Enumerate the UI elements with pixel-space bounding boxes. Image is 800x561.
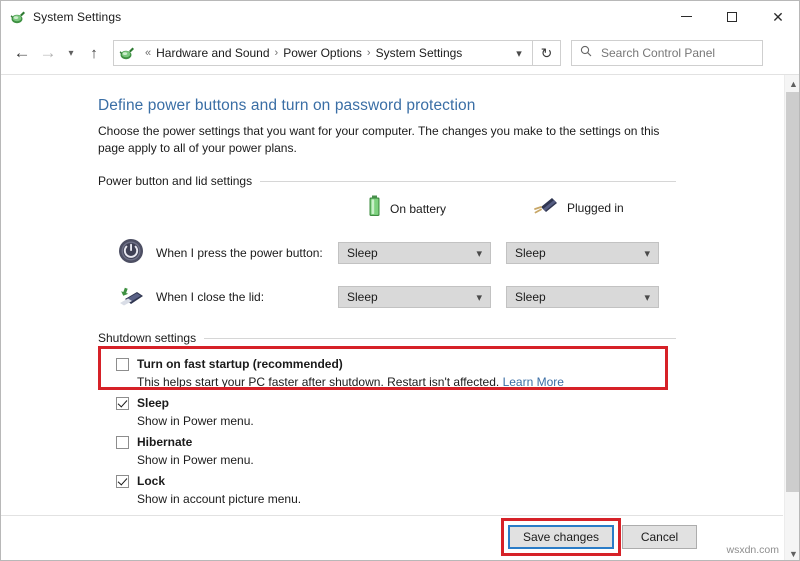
address-bar[interactable]: « Hardware and Sound › Power Options › S… [113, 40, 533, 66]
window-controls: ✕ [663, 1, 800, 32]
scroll-down-icon[interactable]: ▼ [785, 545, 800, 561]
dropdown-close-lid-on-battery[interactable]: Sleep ▾ [338, 286, 491, 308]
section-label: Power button and lid settings [98, 174, 260, 188]
setting-row-close-lid: When I close the lid: [118, 282, 264, 312]
search-box[interactable] [571, 40, 763, 66]
learn-more-link[interactable]: Learn More [503, 375, 564, 389]
maximize-icon [727, 12, 737, 22]
navigation-bar: ← → ▾ ↑ « Hardware and Sound › Power Opt… [1, 32, 800, 74]
window-title: System Settings [33, 10, 121, 24]
checkbox-description-lock: Show in account picture menu. [137, 492, 301, 506]
section-label: Shutdown settings [98, 331, 204, 345]
breadcrumb-item-system-settings[interactable]: System Settings [376, 46, 463, 60]
control-panel-icon [119, 45, 135, 61]
checkbox-row-fast-startup[interactable]: Turn on fast startup (recommended) [116, 357, 343, 371]
section-header-power-settings: Power button and lid settings [98, 174, 676, 188]
content-pane: Define power buttons and turn on passwor… [1, 74, 800, 561]
description-text: This helps start your PC faster after sh… [137, 375, 499, 389]
checkbox-lock[interactable] [116, 475, 129, 488]
breadcrumb-item-hardware-and-sound[interactable]: Hardware and Sound [156, 46, 269, 60]
system-settings-window: System Settings ✕ ← → ▾ ↑ [0, 0, 800, 561]
row-label: When I close the lid: [156, 290, 264, 304]
column-label: On battery [390, 202, 446, 216]
checkbox-hibernate[interactable] [116, 436, 129, 449]
chevron-down-icon: ▾ [476, 291, 482, 304]
checkbox-fast-startup[interactable] [116, 358, 129, 371]
checkbox-row-sleep[interactable]: Sleep [116, 396, 169, 410]
breadcrumb-prefix: « [145, 47, 151, 59]
recent-locations-icon[interactable]: ▾ [61, 40, 81, 66]
watermark: wsxdn.com [726, 544, 779, 556]
close-icon: ✕ [772, 10, 784, 24]
scroll-up-icon[interactable]: ▲ [785, 75, 800, 92]
breadcrumb-item-power-options[interactable]: Power Options [283, 46, 362, 60]
breadcrumb-separator: › [275, 47, 279, 59]
scrollbar-thumb[interactable] [786, 92, 800, 492]
save-changes-button[interactable]: Save changes [508, 525, 614, 549]
breadcrumb-separator: › [367, 47, 371, 59]
close-button[interactable]: ✕ [755, 1, 800, 32]
setting-row-power-button: When I press the power button: [118, 238, 323, 268]
laptop-lid-icon [118, 283, 144, 312]
vertical-scrollbar[interactable]: ▲ ▼ [784, 75, 800, 561]
page-title: Define power buttons and turn on passwor… [98, 97, 475, 115]
control-panel-icon [10, 9, 26, 25]
power-button-icon [118, 238, 144, 269]
search-icon [580, 44, 592, 62]
back-arrow-icon[interactable]: ← [9, 40, 35, 66]
cancel-button[interactable]: Cancel [622, 525, 697, 549]
title-bar: System Settings ✕ [1, 1, 800, 32]
checkbox-label: Hibernate [137, 435, 192, 449]
minimize-button[interactable] [663, 1, 709, 32]
column-header-plugged-in: Plugged in [532, 195, 624, 220]
page-description: Choose the power settings that you want … [98, 123, 673, 157]
dropdown-value: Sleep [347, 290, 378, 304]
chevron-down-icon: ▾ [476, 247, 482, 260]
battery-icon [368, 195, 381, 222]
power-plug-icon [532, 195, 558, 220]
checkbox-row-hibernate[interactable]: Hibernate [116, 435, 192, 449]
forward-arrow-icon[interactable]: → [35, 40, 61, 66]
checkbox-description-sleep: Show in Power menu. [137, 414, 254, 428]
bottom-divider [1, 515, 783, 516]
dropdown-power-button-plugged-in[interactable]: Sleep ▾ [506, 242, 659, 264]
dropdown-value: Sleep [347, 246, 378, 260]
dropdown-value: Sleep [515, 290, 546, 304]
column-label: Plugged in [567, 201, 624, 215]
chevron-down-icon: ▾ [644, 291, 650, 304]
minimize-icon [681, 16, 692, 17]
checkbox-label: Lock [137, 474, 165, 488]
refresh-button[interactable]: ↻ [533, 40, 561, 66]
column-header-on-battery: On battery [368, 195, 446, 222]
checkbox-description-fast-startup: This helps start your PC faster after sh… [137, 375, 564, 389]
dropdown-power-button-on-battery[interactable]: Sleep ▾ [338, 242, 491, 264]
search-input[interactable] [599, 45, 749, 61]
chevron-down-icon: ▾ [644, 247, 650, 260]
checkbox-label: Sleep [137, 396, 169, 410]
section-divider [204, 338, 676, 339]
checkbox-description-hibernate: Show in Power menu. [137, 453, 254, 467]
refresh-icon: ↻ [541, 45, 553, 62]
chevron-down-icon[interactable]: ▾ [506, 41, 532, 65]
dropdown-value: Sleep [515, 246, 546, 260]
checkbox-row-lock[interactable]: Lock [116, 474, 165, 488]
section-divider [260, 181, 676, 182]
dropdown-close-lid-plugged-in[interactable]: Sleep ▾ [506, 286, 659, 308]
section-header-shutdown-settings: Shutdown settings [98, 331, 676, 345]
maximize-button[interactable] [709, 1, 755, 32]
checkbox-label: Turn on fast startup (recommended) [137, 357, 343, 371]
checkbox-sleep[interactable] [116, 397, 129, 410]
up-arrow-icon[interactable]: ↑ [81, 40, 107, 66]
row-label: When I press the power button: [156, 246, 323, 260]
